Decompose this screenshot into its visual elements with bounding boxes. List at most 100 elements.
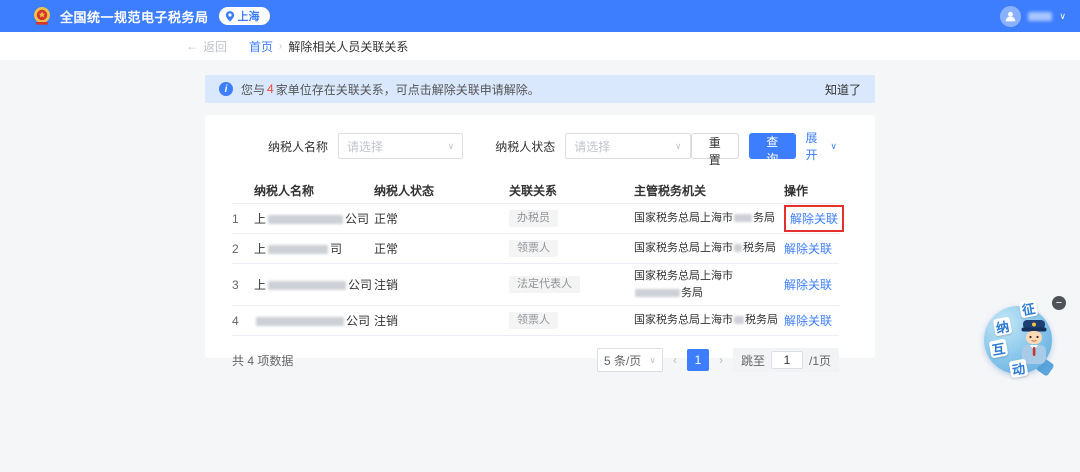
taxpayer-status-select[interactable]: 请选择 ∨ bbox=[565, 133, 691, 159]
breadcrumb-home[interactable]: 首页 bbox=[249, 38, 273, 55]
back-button[interactable]: ← 返回 bbox=[186, 38, 227, 55]
query-card: 纳税人名称 请选择 ∨ 纳税人状态 请选择 ∨ 重置 查询 展开 ∨ 纳税人名称… bbox=[205, 115, 875, 372]
redacted-text bbox=[268, 245, 329, 255]
next-page-button[interactable]: › bbox=[717, 353, 725, 367]
taxpayer-name-select[interactable]: 请选择 ∨ bbox=[338, 133, 464, 159]
breadcrumb-current: 解除相关人员关联关系 bbox=[288, 39, 409, 54]
taxpayer-status-label: 纳税人状态 bbox=[495, 139, 556, 154]
action-cell: 解除关联 bbox=[784, 205, 845, 232]
taxpayer-name: 公司 bbox=[254, 312, 374, 329]
relation-cell: 领票人 bbox=[509, 312, 634, 329]
unlink-action-link[interactable]: 解除关联 bbox=[784, 242, 832, 256]
row-index: 1 bbox=[232, 211, 239, 226]
tax-authority: 国家税务总局上海市务局 bbox=[634, 270, 733, 299]
user-menu-chevron-icon[interactable]: ∨ bbox=[1059, 11, 1066, 22]
interaction-widget[interactable]: 征 纳 互 动 − bbox=[980, 294, 1068, 388]
redacted-text bbox=[734, 316, 744, 325]
jump-label: 跳至 bbox=[740, 353, 765, 368]
breadcrumb-bar: ← 返回 首页 › 解除相关人员关联关系 bbox=[0, 32, 1080, 60]
relation-cell: 领票人 bbox=[509, 240, 634, 257]
widget-char-dong: 动 bbox=[1008, 358, 1029, 379]
table-row: 4 公司 注销 领票人 国家税务总局上海市 税务局 解除关联 bbox=[232, 306, 839, 336]
banner-text-before: 您与 bbox=[241, 82, 266, 97]
notice-banner: i 您与 4 家单位存在关联关系，可点击解除关联申请解除。 知道了 bbox=[205, 75, 875, 103]
relation-table: 纳税人名称 纳税人状态 关联关系 主管税务机关 操作 1 上公司 正常 办税员 … bbox=[205, 163, 875, 336]
tax-authority: 国家税务总局上海市 税务局 bbox=[634, 314, 778, 327]
filter-buttons: 重置 查询 展开 ∨ bbox=[690, 129, 838, 167]
col-taxpayer-status: 纳税人状态 bbox=[374, 183, 435, 198]
widget-minimize-button[interactable]: − bbox=[1052, 296, 1066, 310]
total-count-text: 共 4 项数据 bbox=[232, 353, 294, 368]
taxpayer-status: 正常 bbox=[374, 212, 399, 226]
info-icon: i bbox=[219, 82, 233, 96]
taxpayer-name-placeholder: 请选择 bbox=[347, 139, 384, 154]
taxpayer-status-placeholder: 请选择 bbox=[574, 139, 611, 154]
col-authority: 主管税务机关 bbox=[634, 183, 707, 198]
unlink-action-link[interactable]: 解除关联 bbox=[784, 205, 845, 232]
taxpayer-status: 正常 bbox=[374, 242, 399, 256]
redacted-text bbox=[635, 288, 680, 297]
tax-authority: 国家税务总局上海市务局 bbox=[634, 212, 775, 225]
action-cell: 解除关联 bbox=[784, 276, 839, 293]
user-avatar[interactable] bbox=[1000, 5, 1022, 27]
redacted-text bbox=[734, 214, 752, 223]
redacted-text bbox=[256, 317, 344, 327]
username-redacted bbox=[1028, 11, 1053, 21]
table-row: 3 上公司 注销 法定代表人 国家税务总局上海市务局 解除关联 bbox=[232, 264, 839, 306]
current-page-button[interactable]: 1 bbox=[686, 349, 709, 371]
location-selector[interactable]: 上海 bbox=[218, 7, 270, 25]
back-label: 返回 bbox=[203, 39, 228, 54]
app-title: 全国统一规范电子税务局 bbox=[60, 9, 209, 25]
widget-char-zheng: 征 bbox=[1018, 298, 1039, 319]
breadcrumb-separator: › bbox=[279, 40, 283, 52]
app-header: 全国统一规范电子税务局 上海 ∨ bbox=[0, 0, 1080, 32]
relation-tag: 领票人 bbox=[509, 312, 558, 329]
col-action: 操作 bbox=[784, 183, 809, 198]
relation-cell: 办税员 bbox=[509, 210, 634, 227]
national-emblem-logo bbox=[32, 6, 52, 26]
chevron-down-icon: ∨ bbox=[830, 140, 837, 151]
relation-cell: 法定代表人 bbox=[509, 276, 634, 293]
banner-count: 4 bbox=[267, 82, 274, 96]
redacted-text bbox=[268, 215, 344, 225]
row-index: 3 bbox=[232, 277, 239, 292]
page-jump-group: 跳至 /1页 bbox=[732, 348, 839, 372]
banner-dismiss-button[interactable]: 知道了 bbox=[825, 81, 861, 98]
widget-char-na: 纳 bbox=[992, 316, 1013, 337]
chevron-down-icon: ∨ bbox=[649, 354, 656, 365]
page-size-value: 5 条/页 bbox=[603, 353, 642, 368]
location-label: 上海 bbox=[237, 11, 260, 23]
redacted-text bbox=[268, 281, 347, 291]
banner-text-after: 家单位存在关联关系，可点击解除关联申请解除。 bbox=[275, 82, 540, 97]
col-relation: 关联关系 bbox=[509, 183, 558, 198]
taxpayer-status: 注销 bbox=[374, 278, 399, 292]
table-body: 1 上公司 正常 办税员 国家税务总局上海市 务局 解除关联 2 上司 正常 领票… bbox=[232, 204, 845, 336]
taxpayer-name: 上公司 bbox=[254, 212, 370, 226]
relation-tag: 法定代表人 bbox=[509, 276, 580, 293]
table-footer: 共 4 项数据 5 条/页 ∨ ‹ 1 › 跳至 /1页 bbox=[205, 336, 875, 372]
user-area: ∨ bbox=[1000, 5, 1066, 27]
expand-label: 展开 bbox=[805, 131, 818, 162]
action-cell: 解除关联 bbox=[784, 312, 839, 329]
page-size-select[interactable]: 5 条/页 ∨ bbox=[596, 348, 663, 372]
location-pin-icon bbox=[225, 10, 235, 22]
relation-tag: 办税员 bbox=[509, 210, 558, 227]
row-index: 4 bbox=[232, 313, 239, 328]
app-root: { "topbar": { "title": "全国统一规范电子税务局", "l… bbox=[0, 0, 1080, 472]
col-taxpayer-name: 纳税人名称 bbox=[254, 183, 315, 198]
search-button[interactable]: 查询 bbox=[749, 133, 796, 166]
taxpayer-name: 上公司 bbox=[254, 278, 373, 292]
prev-page-button[interactable]: ‹ bbox=[671, 353, 679, 367]
expand-toggle[interactable]: 展开 ∨ bbox=[806, 129, 838, 163]
widget-char-hu: 互 bbox=[988, 338, 1009, 359]
unlink-action-link[interactable]: 解除关联 bbox=[784, 314, 832, 328]
redacted-text bbox=[734, 244, 742, 253]
table-header: 纳税人名称 纳税人状态 关联关系 主管税务机关 操作 bbox=[232, 177, 839, 204]
chevron-down-icon: ∨ bbox=[674, 140, 682, 151]
unlink-action-link[interactable]: 解除关联 bbox=[784, 278, 832, 292]
reset-button[interactable]: 重置 bbox=[690, 133, 739, 167]
jump-page-input[interactable] bbox=[770, 351, 803, 369]
tax-authority: 国家税务总局上海市 税务局 bbox=[634, 242, 776, 255]
table-row: 2 上司 正常 领票人 国家税务总局上海市 税务局 解除关联 bbox=[232, 234, 839, 264]
jump-total-label: /1页 bbox=[808, 353, 831, 368]
